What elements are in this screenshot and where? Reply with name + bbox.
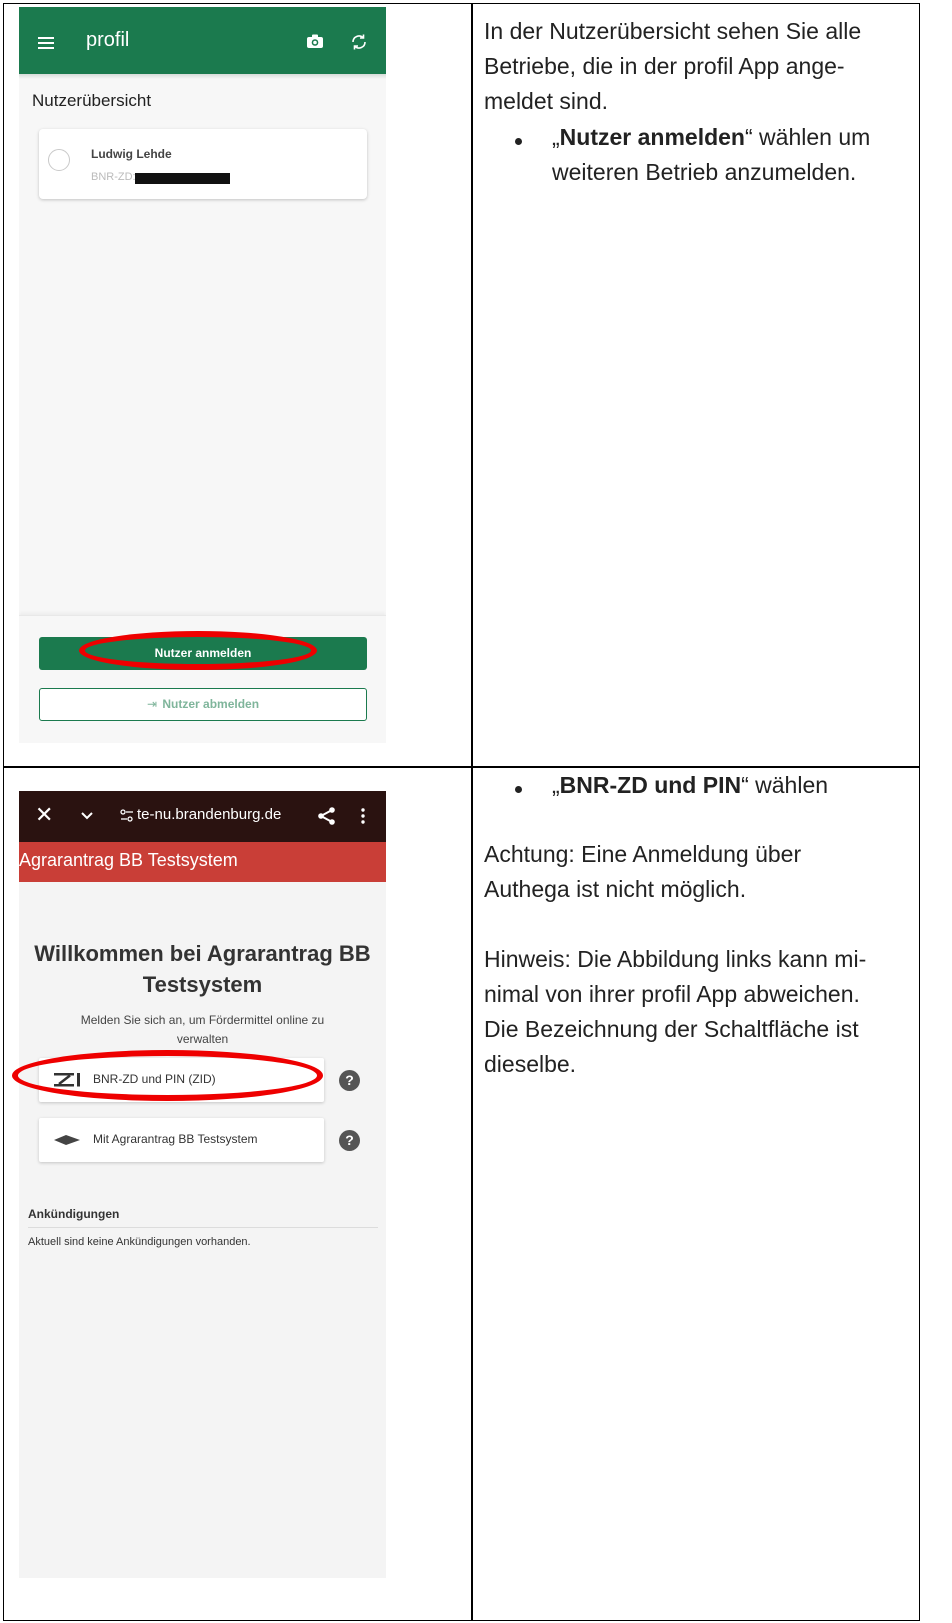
browser-login-screenshot: ✕ te-nu.brandenburg.de Agrarantrag BB Te… (19, 791, 386, 1578)
announcements-divider (28, 1227, 378, 1228)
text-line: In der Nutzerübersicht sehen Sie alle (484, 18, 862, 44)
user-card[interactable]: Ludwig Lehde BNR-ZD: (39, 129, 367, 199)
hinweis-line: Die Bezeichnung der Schaltfläche ist (484, 1016, 859, 1042)
bullet-rest: “ wählen (741, 772, 829, 798)
page-title: Nutzerübersicht (32, 91, 152, 110)
site-settings-icon[interactable] (120, 808, 134, 824)
bold-term: BNR-ZD und PIN (559, 772, 742, 798)
help-icon[interactable]: ? (339, 1130, 360, 1151)
agrarantrag-login-button[interactable]: Mit Agrarantrag BB Testsystem (39, 1118, 324, 1162)
close-icon[interactable]: ✕ (35, 804, 53, 826)
sync-icon[interactable] (349, 32, 369, 52)
hinweis-line: Hinweis: Die Abbildung links kann mi- (484, 946, 867, 972)
text-line: Betriebe, die in der profil App ange- (484, 53, 845, 79)
app-bar-shadow (19, 74, 386, 79)
announcements-heading: Ankündigungen (28, 1207, 120, 1221)
app-title: profil (86, 29, 130, 51)
bold-term: Nutzer anmelden (559, 124, 745, 150)
agrarantrag-logo-icon (54, 1135, 80, 1145)
share-icon[interactable] (317, 806, 337, 826)
user-name: Ludwig Lehde (91, 147, 172, 161)
hinweis-line: nimal von ihrer profil App abweichen. (484, 981, 860, 1007)
logout-user-button[interactable]: ⇥ Nutzer abmelden (39, 688, 367, 721)
achtung-line: Achtung: Eine Anmeldung über (484, 841, 802, 867)
redacted-id (135, 173, 230, 184)
subtitle-line-1: Melden Sie sich an, um Fördermittel onli… (80, 1013, 325, 1027)
highlight-ellipse-login (79, 631, 317, 670)
bullet-text: „Nutzer anmelden“ wählen um (552, 120, 870, 155)
welcome-line-2: Testsystem (142, 972, 263, 997)
column-divider (471, 4, 473, 1620)
user-id-label: BNR-ZD: (91, 171, 136, 183)
bullet-dot (515, 138, 522, 145)
quote-open: „ (552, 772, 560, 798)
welcome-subtitle: Melden Sie sich an, um Fördermittel onli… (19, 1011, 386, 1049)
achtung-line: Authega ist nicht möglich. (484, 876, 747, 902)
chevron-down-icon[interactable] (79, 808, 95, 824)
quote-open: „ (552, 124, 560, 150)
browser-toolbar: ✕ te-nu.brandenburg.de (19, 791, 386, 842)
logout-icon: ⇥ (146, 697, 158, 711)
bullet-rest: “ wählen um (745, 124, 871, 150)
welcome-heading: Willkommen bei Agrarantrag BB Testsystem (19, 938, 386, 1000)
site-title: Agrarantrag BB Testsystem (19, 850, 238, 870)
user-radio[interactable] (48, 149, 70, 171)
help-icon[interactable]: ? (339, 1070, 360, 1091)
text-line: meldet sind. (484, 88, 609, 114)
welcome-line-1: Willkommen bei Agrarantrag BB (34, 941, 371, 966)
menu-icon[interactable] (38, 37, 54, 49)
app-bar: profil (19, 7, 386, 74)
logout-label: Nutzer abmelden (162, 697, 260, 711)
subtitle-line-2: verwalten (176, 1032, 229, 1046)
camera-icon[interactable] (306, 33, 324, 49)
announcements-text: Aktuell sind keine Ankündigungen vorhand… (28, 1236, 251, 1248)
bullet-text-line-2: weiteren Betrieb anzumelden. (552, 159, 857, 185)
bullet-dot (515, 786, 522, 793)
option-label-agrarantrag: Mit Agrarantrag BB Testsystem (93, 1132, 258, 1146)
url-text[interactable]: te-nu.brandenburg.de (137, 806, 281, 823)
site-header: Agrarantrag BB Testsystem (19, 842, 386, 882)
more-options-icon[interactable] (360, 808, 366, 824)
highlight-ellipse-bnr (12, 1050, 323, 1101)
bullet-text: „BNR-ZD und PIN“ wählen (552, 768, 828, 803)
hinweis-line: dieselbe. (484, 1051, 577, 1077)
